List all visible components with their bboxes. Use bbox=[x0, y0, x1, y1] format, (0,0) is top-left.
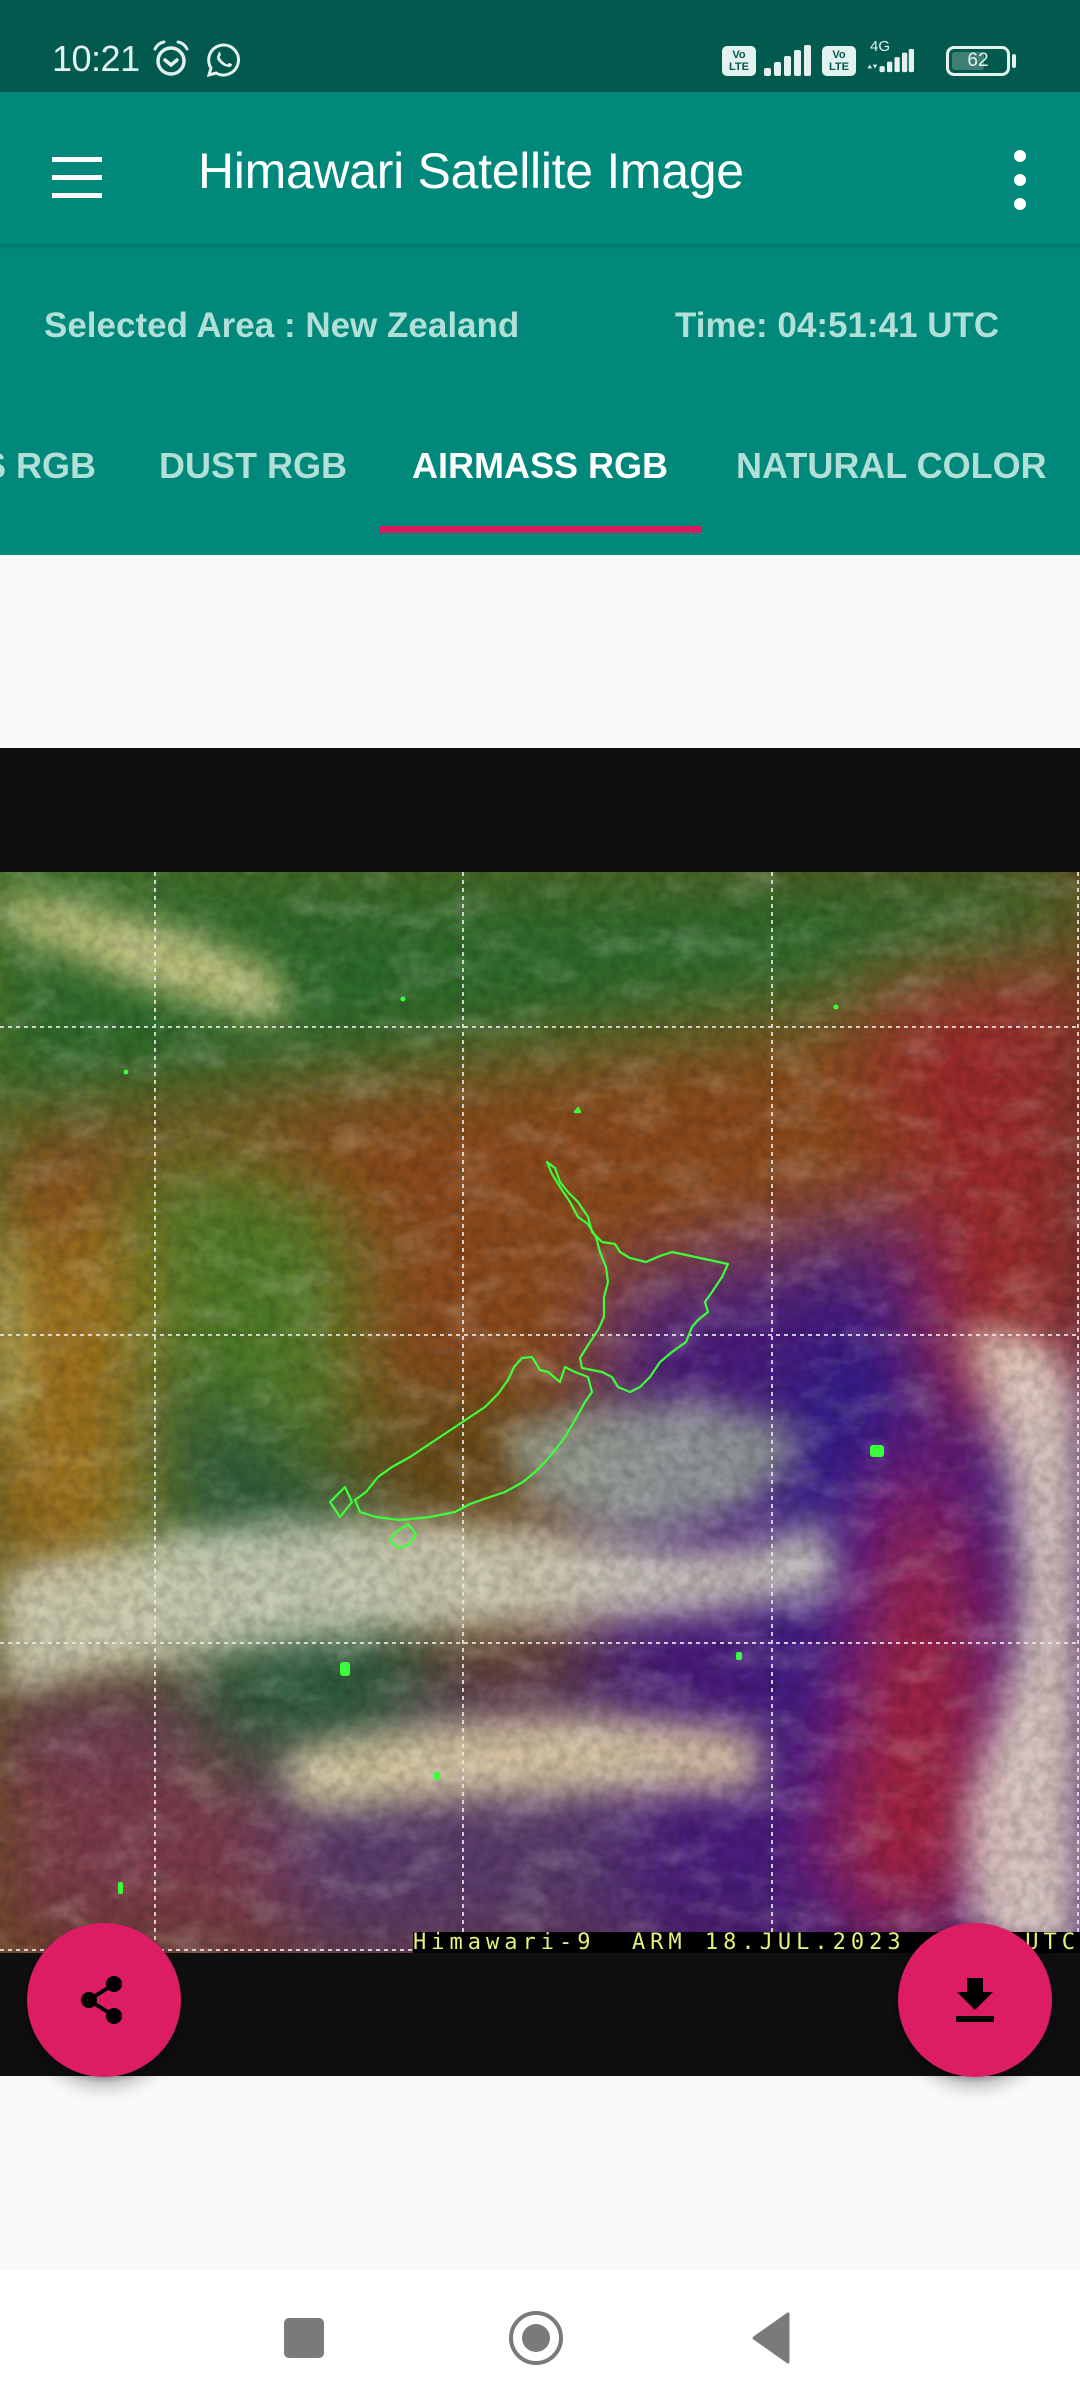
share-button[interactable] bbox=[27, 1923, 181, 2077]
share-icon bbox=[81, 1976, 122, 2024]
content-area: Himawari-9 ARM 18.JUL.2023 UTC bbox=[0, 555, 1080, 2270]
image-viewer[interactable]: Himawari-9 ARM 18.JUL.2023 UTC bbox=[0, 748, 1080, 2076]
status-time: 10:21 bbox=[52, 38, 140, 79]
selected-area-label: Selected Area : New Zealand bbox=[44, 306, 520, 345]
battery-tip bbox=[1012, 54, 1016, 68]
tab-true-color-rgb[interactable]: S RGB bbox=[0, 445, 96, 487]
download-button[interactable] bbox=[898, 1923, 1052, 2077]
volte-badge-sim2: Vo LTE bbox=[822, 46, 856, 76]
whatsapp-icon bbox=[206, 43, 240, 78]
signal-strength-4g-icon bbox=[867, 48, 914, 73]
signal-strength-icon bbox=[764, 45, 811, 76]
satellite-image-render bbox=[0, 872, 1080, 1953]
image-time-label: Time: 04:51:41 UTC bbox=[675, 306, 1000, 345]
product-tab-bar[interactable]: S RGB DUST RGB AIRMASS RGB NATURAL COLOR bbox=[0, 380, 1080, 555]
alarm-icon bbox=[153, 40, 189, 76]
back-icon[interactable] bbox=[740, 2308, 800, 2368]
app-bar: Himawari Satellite Image bbox=[0, 92, 1080, 246]
system-navigation-bar bbox=[0, 2270, 1080, 2400]
more-vert-icon[interactable] bbox=[1000, 142, 1040, 218]
download-icon bbox=[956, 1978, 994, 2022]
home-icon[interactable] bbox=[506, 2308, 566, 2368]
satellite-image[interactable]: Himawari-9 ARM 18.JUL.2023 UTC bbox=[0, 872, 1080, 1953]
status-bar: 10:21 Vo LTE Vo LTE 4G 62 bbox=[0, 0, 1080, 92]
info-row: Selected Area : New Zealand Time: 04:51:… bbox=[0, 250, 1080, 380]
battery-level: 62 bbox=[967, 50, 989, 71]
tab-airmass-rgb[interactable]: AIRMASS RGB bbox=[412, 445, 668, 487]
app-title: Himawari Satellite Image bbox=[198, 143, 744, 199]
volte-badge-sim1: Vo LTE bbox=[722, 46, 756, 76]
battery-icon: 62 bbox=[946, 46, 1010, 76]
tab-dust-rgb[interactable]: DUST RGB bbox=[159, 445, 347, 487]
recents-icon[interactable] bbox=[274, 2308, 334, 2368]
tab-natural-color[interactable]: NATURAL COLOR bbox=[736, 445, 1047, 487]
active-tab-indicator bbox=[379, 526, 702, 533]
hamburger-menu-icon[interactable] bbox=[40, 142, 112, 214]
